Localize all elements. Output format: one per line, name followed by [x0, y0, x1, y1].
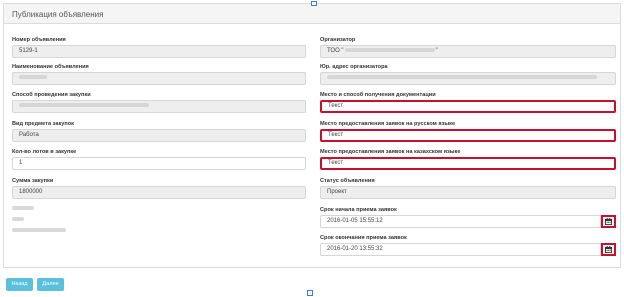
start-date-input[interactable]: 2016-01-05 15:55:12	[320, 215, 601, 228]
organizer-label: Организатор	[320, 37, 356, 43]
number-input[interactable]: 5129-1	[12, 45, 306, 58]
redacted-text	[12, 228, 66, 232]
amount-field: Сумма закупки 1800000	[12, 177, 306, 199]
start-date-label: Срок начала приема заявок	[320, 207, 397, 213]
end-date-input[interactable]: 2016-01-20 13:55:32	[320, 243, 601, 256]
docs-place-field: Место и способ получения документации Те…	[320, 91, 616, 113]
name-field: Наименование объявления	[12, 63, 306, 85]
subject-type-field: Вид предмета закупок Работа	[12, 120, 306, 142]
place-kz-input[interactable]: Текст	[320, 157, 616, 170]
calendar-icon	[605, 218, 612, 225]
place-ru-input[interactable]: Текст	[320, 129, 616, 142]
lots-count-input[interactable]: 1	[12, 157, 306, 170]
lots-count-label: Кол-во лотов в закупке	[12, 149, 77, 155]
place-ru-label: Место предоставления заявок на русском я…	[320, 121, 456, 127]
docs-place-label: Место и способ получения документации	[320, 92, 436, 98]
redacted-text	[19, 103, 149, 108]
redacted-info	[12, 206, 92, 234]
redacted-text	[12, 217, 24, 221]
organizer-address-label: Юр. адрес организатора	[320, 64, 388, 70]
subject-type-input[interactable]: Работа	[12, 129, 306, 142]
status-field: Статус объявления Проект	[320, 177, 616, 199]
redacted-text	[344, 48, 435, 53]
name-label: Наименование объявления	[12, 64, 89, 70]
resize-handle-top[interactable]	[311, 1, 317, 6]
organizer-field: Организатор ТОО " "	[320, 36, 616, 58]
back-button[interactable]: Назад	[6, 278, 33, 291]
resize-handle-bottom[interactable]	[307, 290, 313, 296]
organizer-address-input[interactable]	[320, 72, 616, 85]
docs-place-input[interactable]: Текст	[320, 100, 616, 113]
place-kz-field: Место предоставления заявок на казахском…	[320, 148, 616, 170]
amount-input[interactable]: 1800000	[12, 186, 306, 199]
number-field: Номер объявления 5129-1	[12, 36, 306, 58]
organizer-input[interactable]: ТОО " "	[320, 45, 616, 58]
redacted-text	[327, 75, 597, 80]
end-date-label: Срок окончания приема заявок	[320, 235, 407, 241]
organizer-address-field: Юр. адрес организатора	[320, 63, 616, 85]
redacted-text	[12, 206, 34, 210]
amount-label: Сумма закупки	[12, 178, 54, 184]
status-input[interactable]: Проект	[320, 186, 616, 199]
start-date-calendar-button[interactable]	[601, 215, 616, 228]
status-label: Статус объявления	[320, 178, 375, 184]
calendar-icon	[605, 246, 612, 253]
name-input[interactable]	[12, 72, 306, 85]
number-label: Номер объявления	[12, 37, 66, 43]
end-date-field: Срок окончания приема заявок 2016-01-20 …	[320, 234, 616, 256]
end-date-calendar-button[interactable]	[601, 243, 616, 256]
next-button[interactable]: Далее	[37, 278, 64, 291]
organizer-value: ТОО "	[327, 48, 344, 54]
start-date-field: Срок начала приема заявок 2016-01-05 15:…	[320, 206, 616, 228]
lots-count-field: Кол-во лотов в закупке 1	[12, 148, 306, 170]
redacted-text	[19, 75, 47, 80]
method-field: Способ проведения закупки	[12, 91, 306, 113]
place-kz-label: Место предоставления заявок на казахском…	[320, 149, 461, 155]
subject-type-label: Вид предмета закупок	[12, 121, 74, 127]
method-input[interactable]	[12, 100, 306, 113]
panel-header: Публикация объявления	[4, 4, 620, 24]
place-ru-field: Место предоставления заявок на русском я…	[320, 120, 616, 142]
organizer-value-end: "	[435, 48, 438, 54]
method-label: Способ проведения закупки	[12, 92, 91, 98]
panel-title: Публикация объявления	[12, 10, 104, 19]
